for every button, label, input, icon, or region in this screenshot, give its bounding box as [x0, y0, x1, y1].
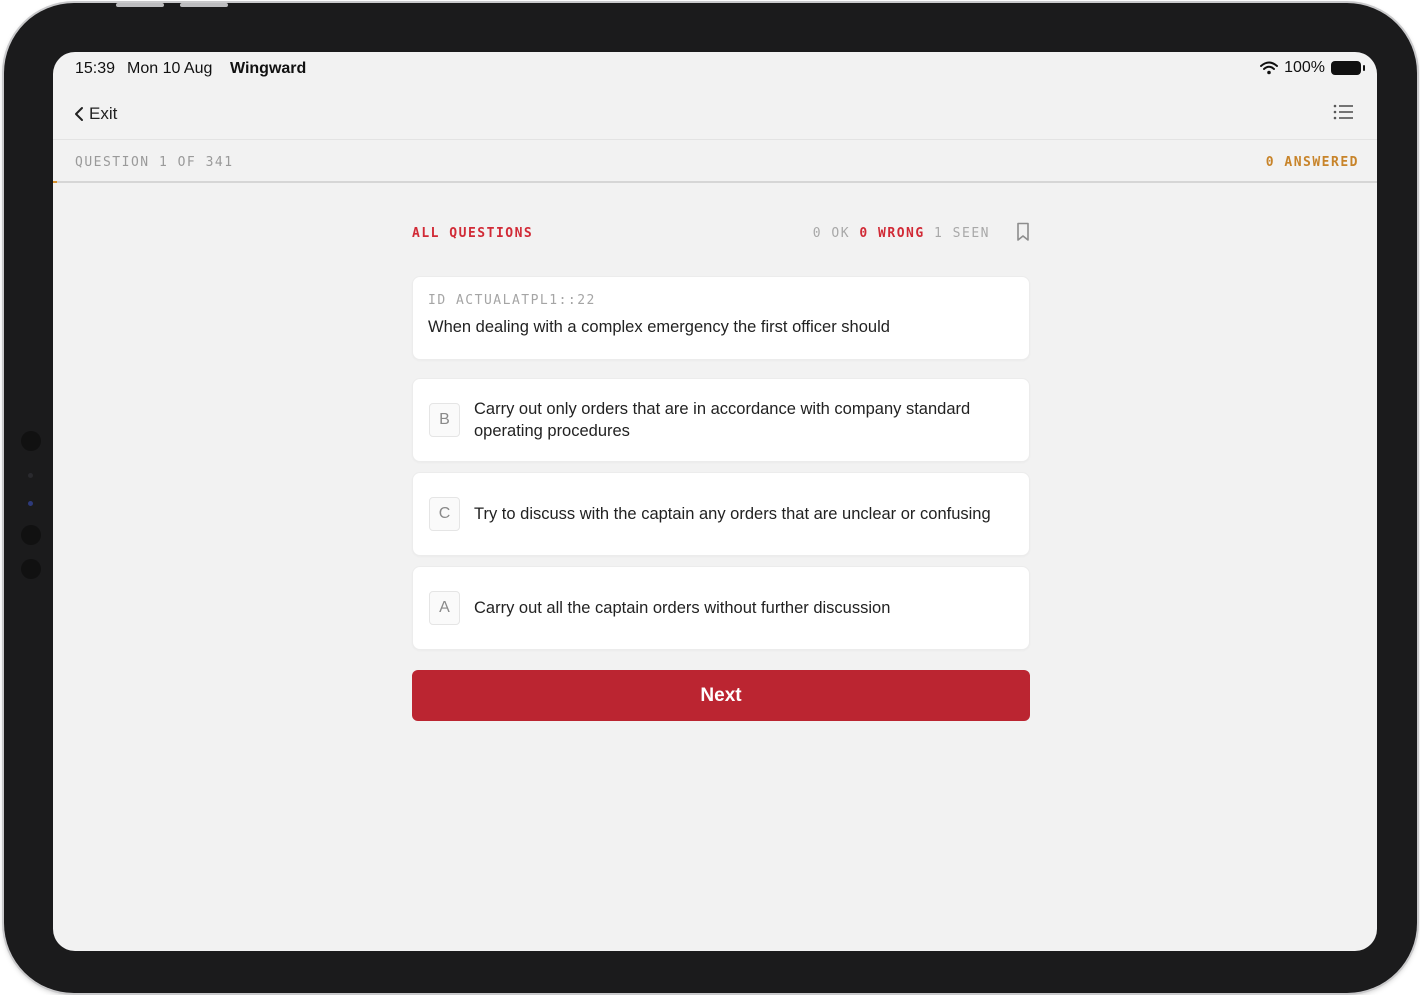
status-bar: 15:39 Mon 10 Aug Wingward 100%	[53, 52, 1377, 86]
status-right: 100%	[1260, 59, 1365, 77]
camera-icon	[28, 501, 33, 506]
battery-icon	[1331, 61, 1365, 75]
exit-button[interactable]: Exit	[73, 104, 117, 124]
stat-wrong: 0 WRONG	[859, 226, 925, 241]
answered-counter: 0 ANSWERED	[1265, 155, 1359, 170]
list-icon	[1333, 104, 1353, 120]
status-time: 15:39	[75, 60, 116, 77]
option-letter: A	[429, 591, 460, 625]
option-letter: B	[429, 403, 460, 437]
question-text: When dealing with a complex emergency th…	[428, 318, 890, 336]
filter-label[interactable]: ALL QUESTIONS	[412, 226, 533, 241]
tablet-frame: 15:39 Mon 10 Aug Wingward 100% Exit QUES…	[4, 3, 1417, 993]
sensor-dot	[21, 525, 41, 545]
bookmark-button[interactable]	[1016, 222, 1030, 247]
progress-fill	[53, 181, 57, 183]
stats: 0 OK 0 WRONG 1 SEEN	[813, 226, 990, 241]
status-app-name: Wingward	[230, 60, 307, 77]
progress-bar: QUESTION 1 OF 341 0 ANSWERED	[53, 141, 1377, 183]
option-text: Carry out all the captain orders without…	[474, 599, 891, 617]
question-list-button[interactable]	[1333, 104, 1353, 125]
sensor-dot	[21, 559, 41, 579]
option-text: Carry out only orders that are in accord…	[474, 400, 971, 440]
volume-button	[116, 3, 164, 7]
nav-bar: Exit	[53, 92, 1377, 140]
stat-ok: 0 OK	[812, 226, 851, 241]
chevron-left-icon	[75, 107, 83, 121]
status-date: Mon 10 Aug	[127, 60, 213, 77]
quiz-header: ALL QUESTIONS 0 OK 0 WRONG 1 SEEN	[412, 222, 1030, 254]
answer-option-b[interactable]: B Carry out only orders that are in acco…	[412, 378, 1030, 462]
bookmark-icon	[1017, 222, 1029, 241]
sensor-dot	[21, 431, 41, 451]
option-letter: C	[429, 497, 460, 531]
battery-percent: 100%	[1284, 59, 1325, 76]
exit-label: Exit	[89, 104, 118, 123]
question-id: ID ACTUALATPL1::22	[428, 293, 596, 308]
answer-option-c[interactable]: C Try to discuss with the captain any or…	[412, 472, 1030, 556]
sensor-dot	[28, 473, 33, 478]
quiz-content: ALL QUESTIONS 0 OK 0 WRONG 1 SEEN ID ACT…	[412, 222, 1030, 721]
option-text: Try to discuss with the captain any orde…	[474, 505, 991, 523]
wifi-icon	[1260, 61, 1279, 75]
answer-option-a[interactable]: A Carry out all the captain orders witho…	[412, 566, 1030, 650]
screen: 15:39 Mon 10 Aug Wingward 100% Exit QUES…	[53, 52, 1377, 951]
question-card: ID ACTUALATPL1::22 When dealing with a c…	[412, 276, 1030, 360]
next-button[interactable]: Next	[412, 670, 1030, 721]
stat-seen: 1 SEEN	[934, 226, 990, 241]
question-counter: QUESTION 1 OF 341	[75, 155, 234, 170]
volume-button	[180, 3, 228, 7]
